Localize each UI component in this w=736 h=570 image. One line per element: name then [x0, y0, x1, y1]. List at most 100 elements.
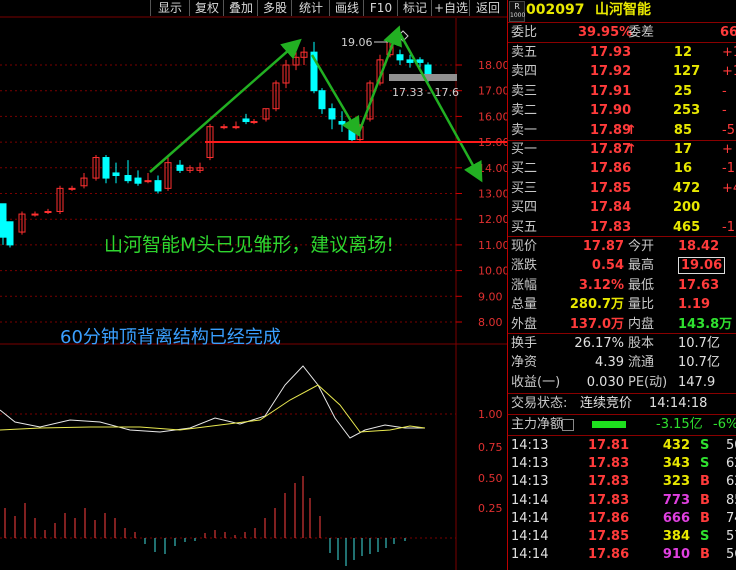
stock-code: 002097: [526, 2, 585, 18]
bid-row[interactable]: 买一 17.87 ↑ 17 +: [508, 140, 736, 159]
y-axis-label: 11.00: [478, 239, 507, 252]
tick-volume: 666: [662, 510, 690, 526]
candle-body: [318, 90, 326, 110]
bid-row[interactable]: 买三 17.85 472 +4: [508, 179, 736, 198]
ask-price: 17.89: [590, 122, 632, 138]
tick-side: B: [700, 474, 710, 490]
toolbar-adjust-button[interactable]: 复权: [189, 0, 224, 16]
bid-change: +4: [722, 180, 736, 196]
tick-price: 17.83: [588, 474, 630, 490]
quote-panel: R 1000 002097 山河智能 委比 39.95% 委差 660 卖五 17…: [507, 0, 736, 570]
quote-row: 总量 280.7万 量比 1.19: [508, 295, 736, 314]
weicha-value: 660: [720, 25, 736, 40]
ask-row[interactable]: 卖三 17.91 25 -: [508, 82, 736, 101]
indicator-line-yellow: [0, 384, 426, 433]
toolbar-draw-button[interactable]: 画线: [329, 0, 364, 16]
tick-extra: 57: [726, 529, 736, 544]
tick-time: 14:14: [511, 510, 549, 526]
fund-label: 流通: [628, 355, 655, 371]
quote-value: 3.12%: [578, 277, 624, 293]
bid-label: 买三: [511, 180, 538, 196]
bid-row[interactable]: 买五 17.83 465 -1: [508, 218, 736, 237]
tick-row[interactable]: 14:13 17.83 343 S 62: [508, 454, 736, 473]
candle-body: [44, 210, 52, 213]
y-axis-label: 14.00: [478, 162, 507, 175]
flow-bar: [592, 421, 626, 428]
y-axis-label: 10.00: [478, 265, 507, 278]
bid-price: 17.83: [590, 219, 632, 235]
quote-value: 19.06: [678, 257, 726, 275]
toolbar-back-button[interactable]: 返回: [469, 0, 506, 16]
tick-row[interactable]: 14:14 17.86 910 B 56: [508, 545, 736, 564]
toolbar-add-watchlist-button[interactable]: +自选: [431, 0, 470, 16]
quote-row: 涨幅 3.12% 最低 17.63: [508, 276, 736, 295]
y-axis-label: 17.00: [478, 85, 507, 98]
ask-row[interactable]: 卖二 17.90 253 -: [508, 101, 736, 120]
trend-arrow: [396, 29, 483, 183]
bid-label: 买五: [511, 219, 538, 235]
ask-row[interactable]: 卖四 17.92 127 +12: [508, 62, 736, 81]
tick-side: S: [700, 456, 710, 472]
tick-extra: 62: [726, 474, 736, 490]
ask-row[interactable]: 卖一 17.89 ↑ 85 -5: [508, 121, 736, 140]
tick-row[interactable]: 14:14 17.85 384 S 57: [508, 527, 736, 546]
weibi-row: 委比 39.95% 委差 660: [508, 23, 736, 42]
indicator-axis-label: 0.75: [478, 441, 503, 454]
quote-value: 17.63: [678, 277, 720, 293]
toolbar-multistock-button[interactable]: 多股: [257, 0, 292, 16]
fund-value: 0.030: [586, 374, 624, 390]
quote-label: 现价: [511, 239, 538, 254]
quote-label: 最低: [628, 277, 655, 293]
quote-row: 现价 17.87 今开 18.42: [508, 237, 736, 256]
tick-volume: 773: [662, 492, 690, 508]
bid-row[interactable]: 买二 17.86 16 -1: [508, 159, 736, 178]
y-axis-label: 18.00: [478, 59, 507, 72]
toolbar-f10-button[interactable]: F10: [363, 0, 398, 16]
candle-body: [328, 108, 336, 120]
tick-time: 14:14: [511, 492, 549, 508]
toolbar-stats-button[interactable]: 统计: [291, 0, 330, 16]
tick-row[interactable]: 14:13 17.81 432 S 50: [508, 436, 736, 455]
quote-value: 143.8万: [678, 316, 733, 332]
trade-status-time: 14:14:18: [649, 396, 708, 411]
ask-volume: 12: [673, 45, 692, 60]
quote-value: 0.54: [591, 258, 624, 274]
list-icon[interactable]: [562, 419, 574, 431]
bid-label: 买一: [511, 142, 538, 157]
toolbar-mark-button[interactable]: 标记: [397, 0, 432, 16]
candle-body: [176, 164, 184, 171]
bid-row[interactable]: 买四 17.84 200: [508, 198, 736, 217]
y-axis-label: 8.00: [478, 316, 503, 329]
candle-body: [424, 64, 432, 76]
toolbar-overlay-button[interactable]: 叠加: [223, 0, 258, 16]
bid-volume: 472: [673, 180, 701, 196]
ask-label: 卖三: [511, 83, 538, 99]
ask-volume: 85: [673, 122, 692, 138]
fund-row: 净资 4.39 流通 10.7亿: [508, 353, 736, 372]
candle-body: [242, 118, 250, 123]
tick-time: 14:14: [511, 529, 549, 544]
main-flow-label: 主力净额: [511, 417, 564, 432]
tick-row[interactable]: 14:13 17.83 323 B 62: [508, 472, 736, 491]
quote-label: 涨幅: [511, 277, 538, 293]
toolbar-display-button[interactable]: 显示: [150, 0, 189, 16]
ask-price: 17.93: [590, 45, 632, 60]
annotation-divergence: 60分钟顶背离结构已经完成: [60, 327, 281, 348]
kline-chart-area[interactable]: 18.00 17.00 16.00 15.00 14.00 13.00 12.00 11.00…: [0, 0, 507, 570]
bid-price: 17.85: [590, 180, 632, 196]
quote-value: 17.87: [582, 239, 624, 254]
annotation-m-top: 山河智能M头已见雏形，建议离场!: [104, 234, 395, 256]
stock-badge[interactable]: R 1000: [509, 1, 525, 22]
kline-chart[interactable]: 18.0017.0016.0015.0014.0013.0012.0011.00…: [0, 0, 507, 570]
tick-row[interactable]: 14:14 17.86 666 B 74: [508, 509, 736, 528]
tick-row[interactable]: 14:14 17.83 773 B 85: [508, 491, 736, 510]
tick-price: 17.86: [588, 547, 630, 563]
tick-time: 14:13: [511, 456, 549, 472]
ask-row[interactable]: 卖五 17.93 12 +1: [508, 43, 736, 62]
fund-label: 收益(一): [511, 374, 561, 390]
fund-label: 股本: [628, 336, 655, 351]
high-label: 19.06: [341, 36, 373, 49]
fund-label: 净资: [511, 355, 538, 371]
tick-side: S: [700, 438, 710, 453]
ask-label: 卖五: [511, 45, 538, 60]
